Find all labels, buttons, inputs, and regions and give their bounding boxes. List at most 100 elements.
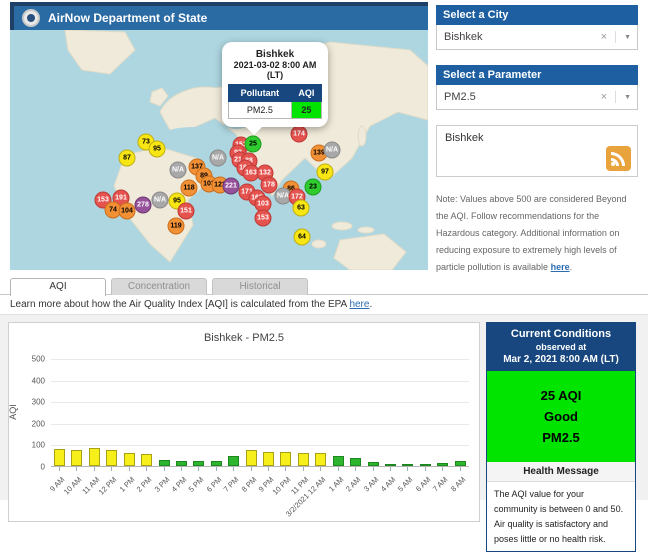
tab-concentration[interactable]: Concentration <box>111 278 207 295</box>
map-marker-na[interactable]: N/A <box>170 162 187 179</box>
bar-11-pm[interactable] <box>298 453 309 466</box>
bar-1-am[interactable] <box>333 456 344 466</box>
popup-aqi-value: 25 <box>291 102 321 119</box>
bar-3-2-2021-12-am[interactable] <box>315 453 326 466</box>
epa-link[interactable]: here <box>349 299 369 310</box>
observed-at-label: observed at <box>491 342 631 352</box>
map-marker-na[interactable]: N/A <box>324 142 341 159</box>
x-tick <box>111 467 112 471</box>
x-tick <box>94 467 95 471</box>
tab-aqi[interactable]: AQI <box>10 278 106 296</box>
map-marker-na[interactable]: N/A <box>210 150 227 167</box>
learn-more-before: Learn more about how the Air Quality Ind… <box>10 299 349 310</box>
bar-1-pm[interactable] <box>124 453 135 466</box>
chevron-down-icon[interactable]: ▼ <box>616 34 637 41</box>
bar-5-am[interactable] <box>402 464 413 466</box>
learn-more-after: . <box>369 299 372 310</box>
y-tick-label: 400 <box>32 376 45 385</box>
bar-3-am[interactable] <box>368 462 379 466</box>
parameter-panel: Select a Parameter PM2.5 × ▼ <box>436 65 638 110</box>
map-marker-151[interactable]: 151 <box>178 203 195 220</box>
world-aqi-map[interactable]: 877395N/A13789N/A10312311895151119153191… <box>10 30 428 270</box>
city-select[interactable]: Bishkek × ▼ <box>436 25 638 50</box>
x-tick <box>268 467 269 471</box>
x-tick <box>320 467 321 471</box>
rss-feed-box: Bishkek <box>436 125 638 177</box>
map-marker-174[interactable]: 174 <box>291 126 308 143</box>
x-tick <box>181 467 182 471</box>
x-tick <box>251 467 252 471</box>
aqi-value-box: 25 AQI Good PM2.5 <box>487 371 635 462</box>
bar-10-am[interactable] <box>71 450 82 466</box>
bar-9-am[interactable] <box>54 449 65 466</box>
map-marker-na[interactable]: N/A <box>152 192 169 209</box>
learn-more-text: Learn more about how the Air Quality Ind… <box>10 299 372 310</box>
map-marker-104[interactable]: 104 <box>119 203 136 220</box>
bar-6-am[interactable] <box>420 464 431 466</box>
parameter-select[interactable]: PM2.5 × ▼ <box>436 85 638 110</box>
bar-5-pm[interactable] <box>193 461 204 466</box>
chart-plot-area: 01002003004005009 AM10 AM11 AM12 PM1 PM2… <box>51 359 469 467</box>
map-marker-118[interactable]: 118 <box>181 180 198 197</box>
y-tick-label: 300 <box>32 398 45 407</box>
current-conditions-panel: Current Conditions observed at Mar 2, 20… <box>486 322 636 552</box>
health-message-text: The AQI value for your community is betw… <box>487 482 635 551</box>
sidebar: Select a City Bishkek × ▼ Select a Param… <box>436 5 638 276</box>
tab-historical[interactable]: Historical <box>212 278 308 295</box>
note-here-link[interactable]: here <box>551 262 570 272</box>
x-tick <box>198 467 199 471</box>
rss-icon[interactable] <box>606 146 631 171</box>
city-panel-title: Select a City <box>436 5 638 25</box>
x-tick <box>373 467 374 471</box>
view-tabs: AQI Concentration Historical <box>10 278 308 296</box>
map-marker-153[interactable]: 153 <box>255 210 272 227</box>
bar-2-am[interactable] <box>350 458 361 466</box>
bar-8-pm[interactable] <box>246 450 257 466</box>
x-tick <box>442 467 443 471</box>
bar-8-am[interactable] <box>455 461 466 466</box>
aqi-bar-chart: Bishkek - PM2.5 AQI 01002003004005009 AM… <box>8 322 480 522</box>
bar-2-pm[interactable] <box>141 454 152 466</box>
bar-3-pm[interactable] <box>159 460 170 466</box>
bar-7-am[interactable] <box>437 463 448 466</box>
map-marker-278[interactable]: 278 <box>135 197 152 214</box>
x-tick <box>407 467 408 471</box>
x-tick <box>285 467 286 471</box>
x-tick <box>303 467 304 471</box>
map-marker-87[interactable]: 87 <box>119 150 136 167</box>
popup-col-pollutant: Pollutant <box>229 85 292 102</box>
x-tick <box>233 467 234 471</box>
map-marker-63[interactable]: 63 <box>293 200 310 217</box>
map-marker-95[interactable]: 95 <box>149 141 166 158</box>
clear-icon[interactable]: × <box>593 31 616 43</box>
map-marker-64[interactable]: 64 <box>294 229 311 246</box>
gridline <box>51 359 469 360</box>
health-message-title: Health Message <box>487 462 635 482</box>
map-marker-97[interactable]: 97 <box>317 164 334 181</box>
bar-6-pm[interactable] <box>211 461 222 466</box>
city-select-value: Bishkek <box>444 31 593 43</box>
clear-icon[interactable]: × <box>593 91 616 103</box>
x-tick <box>390 467 391 471</box>
bar-4-am[interactable] <box>385 464 396 466</box>
popup-pollutant-value: PM2.5 <box>229 102 292 119</box>
map-marker-221[interactable]: 221 <box>223 178 240 195</box>
bar-7-pm[interactable] <box>228 456 239 466</box>
bar-12-pm[interactable] <box>106 450 117 466</box>
x-tick <box>425 467 426 471</box>
map-popup: Bishkek 2021-03-02 8:00 AM (LT) Pollutan… <box>222 42 328 127</box>
chart-ylabel: AQI <box>8 404 18 420</box>
gridline <box>51 381 469 382</box>
bar-4-pm[interactable] <box>176 461 187 466</box>
map-marker-25[interactable]: 25 <box>245 136 262 153</box>
chevron-down-icon[interactable]: ▼ <box>616 94 637 101</box>
bar-11-am[interactable] <box>89 448 100 466</box>
popup-city: Bishkek <box>228 49 322 60</box>
x-tick <box>338 467 339 471</box>
y-tick-label: 100 <box>32 441 45 450</box>
bar-10-pm[interactable] <box>280 452 291 466</box>
map-marker-23[interactable]: 23 <box>305 179 322 196</box>
map-marker-119[interactable]: 119 <box>168 218 185 235</box>
popup-datetime: 2021-03-02 8:00 AM <box>228 60 322 70</box>
bar-9-pm[interactable] <box>263 452 274 466</box>
